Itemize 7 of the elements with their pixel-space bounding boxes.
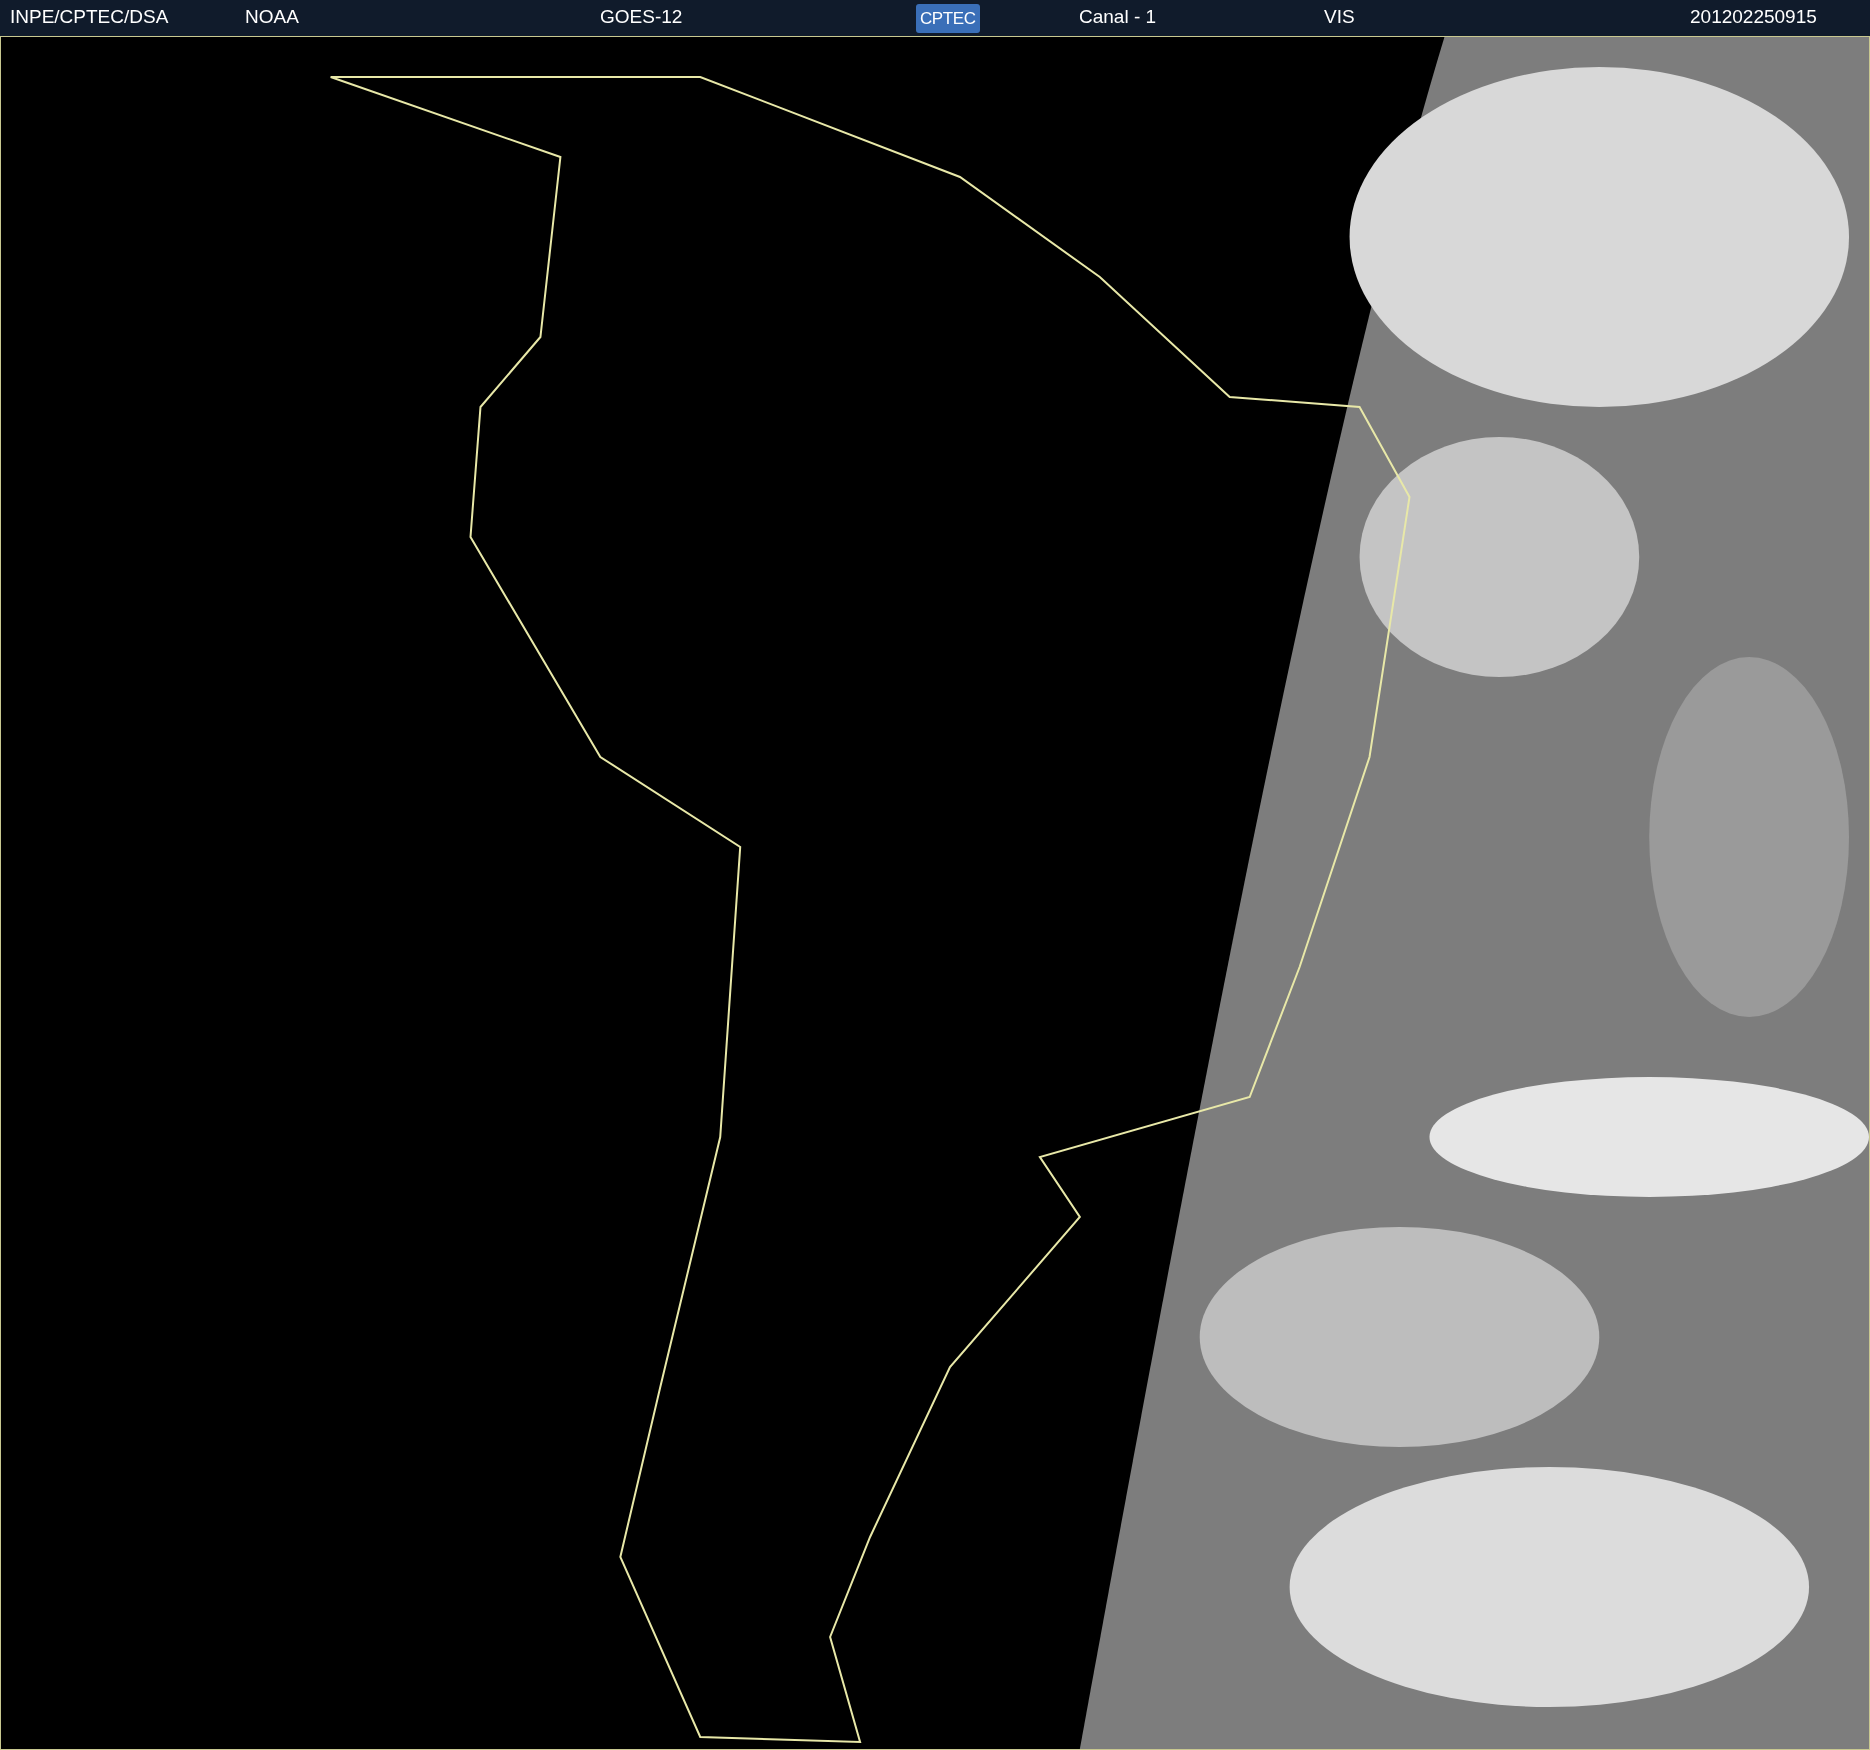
source-label: INPE/CPTEC/DSA: [10, 6, 169, 27]
timestamp-label: 201202250915: [1690, 6, 1817, 27]
band-label: VIS: [1324, 6, 1355, 27]
satellite-label: GOES-12: [600, 6, 683, 27]
channel-label: Canal - 1: [1079, 6, 1157, 27]
agency-label: NOAA: [245, 6, 299, 27]
logo: CPTEC: [916, 3, 980, 33]
